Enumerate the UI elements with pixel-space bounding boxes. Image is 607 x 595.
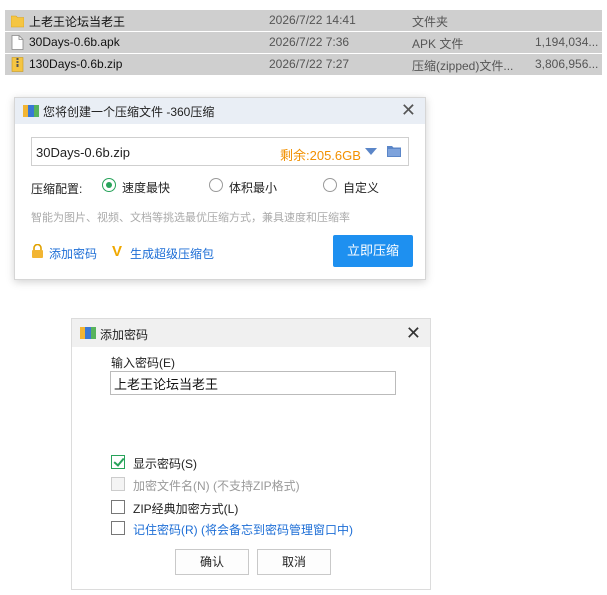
file-list: 上老王论坛当老王 2026/7/22 14:41 文件夹 30Days-0.6b… xyxy=(5,10,602,76)
dialog-titlebar[interactable]: 添加密码 ✕ xyxy=(72,319,430,347)
close-icon[interactable]: ✕ xyxy=(406,324,421,342)
super-pack-label: 生成超级压缩包 xyxy=(130,247,215,261)
file-row[interactable]: 30Days-0.6b.apk 2026/7/22 7:36 APK 文件 1,… xyxy=(5,32,602,53)
chevron-down-icon[interactable] xyxy=(365,148,377,155)
file-date: 2026/7/22 14:41 xyxy=(269,13,356,27)
checkbox-label: 显示密码(S) xyxy=(133,457,197,471)
file-date: 2026/7/22 7:36 xyxy=(269,35,350,49)
dialog-titlebar[interactable]: 您将创建一个压缩文件 -360压缩 ✕ xyxy=(15,98,425,124)
file-size: 1,194,034... xyxy=(535,35,599,49)
archive-path-value: 30Days-0.6b.zip xyxy=(36,145,130,160)
archive-app-icon xyxy=(23,105,39,117)
file-name: 30Days-0.6b.apk xyxy=(29,35,120,49)
checkbox-label: ZIP经典加密方式(L) xyxy=(133,502,239,516)
radio-selected-icon xyxy=(102,178,116,192)
zip-classic-encrypt-checkbox[interactable]: ZIP经典加密方式(L) xyxy=(111,500,291,516)
compress-now-button[interactable]: 立即压缩 xyxy=(333,235,413,267)
archive-app-icon xyxy=(80,327,96,339)
desktop-stage: 上老王论坛当老王 2026/7/22 14:41 文件夹 30Days-0.6b… xyxy=(0,0,607,595)
dialog-title: 您将创建一个压缩文件 -360压缩 xyxy=(43,105,215,119)
free-space-text: 剩余:205.6GB xyxy=(280,148,361,163)
cancel-button[interactable]: 取消 xyxy=(257,549,331,575)
show-password-checkbox[interactable]: 显示密码(S) xyxy=(111,455,231,471)
encrypt-filename-checkbox[interactable]: 加密文件名(N) (不支持ZIP格式) xyxy=(111,477,341,493)
config-label: 压缩配置: xyxy=(31,182,83,196)
checkbox-checked-icon xyxy=(111,455,125,469)
file-type: 压缩(zipped)文件... xyxy=(412,59,514,73)
radio-custom[interactable]: 自定义 xyxy=(323,178,403,195)
file-icon xyxy=(11,35,24,50)
checkbox-label: 记住密码(R) (将会备忘到密码管理窗口中) xyxy=(133,523,353,537)
remember-password-checkbox[interactable]: 记住密码(R) (将会备忘到密码管理窗口中) xyxy=(111,521,391,537)
checkbox-icon xyxy=(111,477,125,491)
file-type: 文件夹 xyxy=(412,15,449,29)
add-password-label: 添加密码 xyxy=(49,247,98,261)
add-password-dialog: 添加密码 ✕ 输入密码(E) 显示密码(S) 加密文件名(N) (不支持ZIP格… xyxy=(71,318,431,590)
checkbox-label: 加密文件名(N) (不支持ZIP格式) xyxy=(133,479,300,493)
file-size: 3,806,956... xyxy=(535,57,599,71)
radio-label: 自定义 xyxy=(343,181,380,195)
file-name: 上老王论坛当老王 xyxy=(29,15,126,29)
lock-icon xyxy=(32,244,43,258)
file-type: APK 文件 xyxy=(412,37,464,51)
radio-fastest[interactable]: 速度最快 xyxy=(102,178,192,195)
radio-icon xyxy=(209,178,223,192)
folder-icon xyxy=(11,15,24,28)
radio-label: 体积最小 xyxy=(229,181,278,195)
browse-folder-icon[interactable] xyxy=(387,145,401,157)
password-label: 输入密码(E) xyxy=(111,356,175,370)
checkbox-icon xyxy=(111,500,125,514)
close-icon[interactable]: ✕ xyxy=(401,101,416,119)
zip-icon xyxy=(11,57,24,72)
dialog-title: 添加密码 xyxy=(100,328,149,342)
radio-smallest[interactable]: 体积最小 xyxy=(209,178,299,195)
file-row[interactable]: 上老王论坛当老王 2026/7/22 14:41 文件夹 xyxy=(5,10,602,31)
password-input[interactable] xyxy=(110,371,396,395)
radio-icon xyxy=(323,178,337,192)
radio-label: 速度最快 xyxy=(122,181,171,195)
file-date: 2026/7/22 7:27 xyxy=(269,57,350,71)
compress-hint: 智能为图片、视频、文档等挑选最优压缩方式，兼具速度和压缩率 xyxy=(31,212,350,224)
archive-path-field[interactable]: 30Days-0.6b.zip 剩余:205.6GB xyxy=(31,137,409,166)
file-name: 130Days-0.6b.zip xyxy=(29,57,123,71)
vip-v-icon: V xyxy=(112,243,123,260)
file-row[interactable]: 130Days-0.6b.zip 2026/7/22 7:27 压缩(zippe… xyxy=(5,54,602,75)
compress-dialog: 您将创建一个压缩文件 -360压缩 ✕ 30Days-0.6b.zip 剩余:2… xyxy=(14,97,426,280)
confirm-button[interactable]: 确认 xyxy=(175,549,249,575)
checkbox-icon xyxy=(111,521,125,535)
